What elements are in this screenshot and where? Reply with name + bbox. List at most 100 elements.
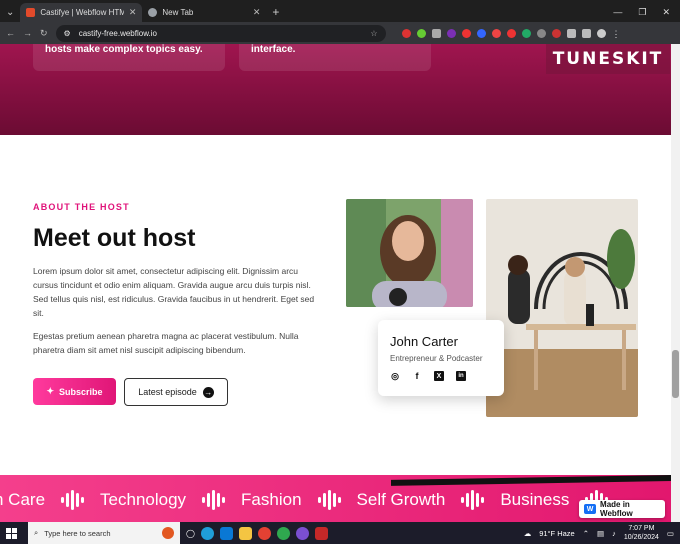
x-icon[interactable]: X xyxy=(434,371,444,381)
bookmark-star-icon[interactable]: ☆ xyxy=(370,29,377,38)
tab-title: New Tab xyxy=(162,8,194,17)
tab-search-icon[interactable]: ⌄ xyxy=(0,3,20,22)
recorder-icon[interactable] xyxy=(314,526,328,540)
page-scrollbar[interactable] xyxy=(671,44,680,522)
chrome-profile-icon[interactable] xyxy=(276,526,290,540)
about-host-section: ABOUT THE HOST Meet out host Lorem ipsum… xyxy=(0,135,671,475)
tuneskit-watermark: TUNESKIT xyxy=(546,44,670,74)
windows-logo-icon xyxy=(5,527,17,539)
marquee-row: n Care Technology Fashion Self Growth Bu… xyxy=(0,490,609,510)
close-window-icon[interactable]: ✕ xyxy=(662,7,670,18)
podcast-studio-illustration xyxy=(486,199,638,417)
marquee-word: Self Growth xyxy=(356,490,446,509)
made-in-webflow-badge[interactable]: W Made in Webflow xyxy=(579,500,665,518)
extension-icon[interactable] xyxy=(416,28,426,38)
soundwave-icon xyxy=(61,490,85,510)
feature-card-text: hosts make complex topics easy. xyxy=(45,44,203,55)
url-text: castify-free.webflow.io xyxy=(78,28,157,38)
search-placeholder: Type here to search xyxy=(44,528,111,538)
marquee-word: Technology xyxy=(100,490,187,509)
file-explorer-icon[interactable] xyxy=(238,526,252,540)
instagram-icon[interactable]: ◎ xyxy=(390,371,400,381)
tab-title: Castifye | Webflow HTML website xyxy=(40,8,124,17)
about-paragraph: Egestas pretium aenean pharetra magna ac… xyxy=(33,331,299,355)
extension-icon[interactable] xyxy=(431,28,441,38)
edge-icon[interactable] xyxy=(200,526,214,540)
section-eyebrow: ABOUT THE HOST xyxy=(33,202,130,212)
scrollbar-thumb[interactable] xyxy=(672,350,679,398)
close-tab-icon[interactable]: ✕ xyxy=(253,7,261,18)
back-icon[interactable]: ← xyxy=(6,28,15,38)
extension-icon[interactable] xyxy=(491,28,501,38)
download-icon[interactable] xyxy=(581,28,591,38)
volume-icon[interactable]: ♪ xyxy=(612,529,616,538)
extension-icon[interactable] xyxy=(446,28,456,38)
search-icon: ⌕ xyxy=(34,528,39,537)
clock-date: 10/26/2024 xyxy=(623,534,659,541)
profile-avatar-icon[interactable] xyxy=(596,28,606,38)
close-tab-icon[interactable]: ✕ xyxy=(129,7,137,18)
castifye-favicon-icon xyxy=(26,8,36,17)
extension-icon[interactable] xyxy=(506,28,516,38)
search-highlight-icon xyxy=(162,527,174,539)
notification-icon[interactable]: ▭ xyxy=(667,529,674,538)
extension-icon[interactable] xyxy=(461,28,471,38)
windows-taskbar: ⌕ Type here to search ◯ ☁ 91°F Haze ⌃ ▤ … xyxy=(0,522,680,544)
chrome-icon[interactable] xyxy=(257,526,271,540)
taskbar-clock[interactable]: 7:07 PM 10/26/2024 xyxy=(624,524,659,542)
tray-chevron-icon[interactable]: ⌃ xyxy=(583,529,589,538)
feature-card: hosts make complex topics easy. xyxy=(33,44,225,71)
marquee-divider xyxy=(391,475,671,486)
taskbar-search-input[interactable]: ⌕ Type here to search xyxy=(28,522,180,544)
extension-icon[interactable] xyxy=(476,28,486,38)
feature-card: interface. xyxy=(239,44,431,71)
web-page: hosts make complex topics easy. interfac… xyxy=(0,44,680,522)
host-portrait-illustration xyxy=(346,199,473,307)
forward-icon[interactable]: → xyxy=(23,28,32,38)
address-bar[interactable]: ⚙ castify-free.webflow.io ☆ xyxy=(55,24,386,42)
soundwave-icon xyxy=(202,490,226,510)
extension-icon[interactable] xyxy=(521,28,531,38)
extensions-puzzle-icon[interactable] xyxy=(566,28,576,38)
section-heading: Meet out host xyxy=(33,224,196,252)
extension-icon[interactable] xyxy=(401,28,411,38)
subscribe-button[interactable]: ✦ Subscribe xyxy=(33,378,116,405)
soundwave-icon xyxy=(317,490,341,510)
marquee-word: Business xyxy=(500,490,570,509)
host-info-card: John Carter Entrepreneur & Podcaster ◎ f… xyxy=(378,320,504,396)
task-view-icon[interactable]: ◯ xyxy=(186,529,195,538)
host-name: John Carter xyxy=(390,334,458,349)
marquee-word: n Care xyxy=(0,490,46,509)
tab-new-tab[interactable]: New Tab ✕ xyxy=(142,3,266,22)
app-icon[interactable] xyxy=(295,526,309,540)
windows-start-icon[interactable] xyxy=(0,522,22,544)
browser-tab-strip: ⌄ Castifye | Webflow HTML website ✕ New … xyxy=(0,0,680,22)
host-portrait-image xyxy=(346,199,473,307)
chrome-favicon-icon xyxy=(148,8,158,17)
site-info-icon[interactable]: ⚙ xyxy=(64,29,71,38)
mail-icon[interactable] xyxy=(219,526,233,540)
subscribe-label: Subscribe xyxy=(59,386,103,397)
extension-icon[interactable] xyxy=(536,28,546,38)
webflow-logo-icon: W xyxy=(584,504,597,514)
podcast-studio-image xyxy=(486,199,638,417)
about-paragraph: Lorem ipsum dolor sit amet, consectetur … xyxy=(33,266,315,318)
soundwave-icon xyxy=(461,490,485,510)
weather-icon: ☁ xyxy=(523,528,532,538)
linkedin-icon[interactable]: in xyxy=(456,371,466,381)
menu-kebab-icon[interactable]: ⋮ xyxy=(612,29,621,39)
facebook-icon[interactable]: f xyxy=(412,371,422,381)
arrow-right-icon: → xyxy=(202,386,214,398)
minimize-icon[interactable]: — xyxy=(613,7,622,18)
browser-toolbar: ← → ↻ ⚙ castify-free.webflow.io ☆ ⋮ xyxy=(0,22,680,44)
sparkle-icon: ✦ xyxy=(46,386,55,396)
maximize-icon[interactable]: ❐ xyxy=(638,7,646,18)
reload-icon[interactable]: ↻ xyxy=(40,28,48,39)
latest-episode-button[interactable]: Latest episode → xyxy=(124,378,228,406)
network-icon[interactable]: ▤ xyxy=(597,529,604,538)
system-tray: ☁ 91°F Haze ⌃ ▤ ♪ 7:07 PM 10/26/2024 ▭ xyxy=(524,524,680,542)
extension-icon[interactable] xyxy=(551,28,561,38)
tab-castifye[interactable]: Castifye | Webflow HTML website ✕ xyxy=(20,3,143,22)
new-tab-button[interactable]: + xyxy=(266,3,285,22)
weather-text[interactable]: 91°F Haze xyxy=(539,529,575,538)
